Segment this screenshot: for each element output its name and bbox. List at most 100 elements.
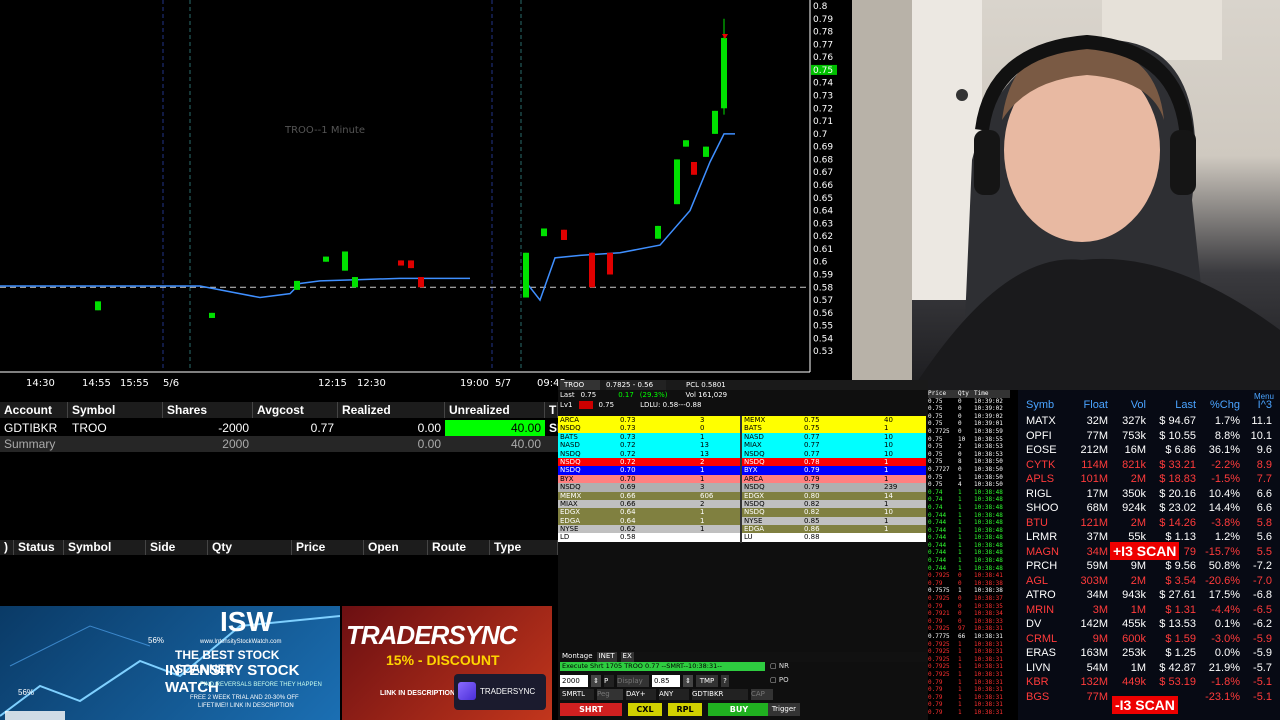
ask-row[interactable]: MEMX 0.75 40 bbox=[742, 416, 926, 425]
replace-button[interactable]: RPL bbox=[668, 703, 702, 716]
cap-button[interactable]: CAP bbox=[751, 689, 773, 700]
scanner-row[interactable]: SHOO 68M 924k $ 23.02 14.4% 6.6 bbox=[1018, 501, 1280, 516]
any-select[interactable]: ANY bbox=[659, 689, 689, 700]
bid-row[interactable]: ARCA 0.73 3 bbox=[558, 416, 740, 425]
col-open[interactable]: Open bbox=[364, 540, 428, 555]
col-price[interactable]: Price bbox=[292, 540, 364, 555]
bid-row[interactable]: NSDQ 0.72 13 bbox=[558, 449, 740, 458]
bid-row[interactable]: NSDQ 0.72 2 bbox=[558, 457, 740, 467]
scan-col-float[interactable]: Float bbox=[1068, 399, 1108, 411]
scanner-row[interactable]: APLS 101M 2M $ 18.83 -1.5% 7.7 bbox=[1018, 472, 1280, 487]
scan-col-symb[interactable]: Symb bbox=[1018, 399, 1068, 411]
bid-row[interactable]: NYSE 0.62 1 bbox=[558, 525, 740, 534]
col-realized[interactable]: Realized bbox=[338, 402, 445, 418]
bid-row[interactable]: NSDQ 0.73 0 bbox=[558, 424, 740, 433]
l2-symbol-input[interactable]: TROO bbox=[560, 380, 600, 390]
scanner-row[interactable]: EOSE 212M 16M $ 6.86 36.1% 9.6 bbox=[1018, 443, 1280, 458]
candlestick-chart[interactable]: 0.8 0.79 0.78 0.77 0.76 0.75 0.74 0.73 0.72 0.71 0… bbox=[0, 0, 852, 392]
scanner-row[interactable]: OPFI 77M 753k $ 10.55 8.8% 10.1 bbox=[1018, 429, 1280, 444]
bid-row[interactable]: NSDQ 0.69 3 bbox=[558, 483, 740, 492]
col-avgcost[interactable]: Avgcost bbox=[253, 402, 338, 418]
ask-row[interactable]: NSDQ 0.79 239 bbox=[742, 483, 926, 492]
tradersync-ad-banner[interactable]: TRADERSYNC 15% - DISCOUNT LINK IN DESCRI… bbox=[342, 606, 552, 720]
col-order-symbol[interactable]: Symbol bbox=[64, 540, 146, 555]
peg-select[interactable]: Peg bbox=[597, 689, 623, 700]
montage-tab-ex[interactable]: EX bbox=[620, 652, 634, 662]
ask-row[interactable]: ARCA 0.79 1 bbox=[742, 474, 926, 484]
buy-button[interactable]: BUY bbox=[708, 703, 770, 716]
ask-row[interactable]: LU 0.88 bbox=[742, 533, 926, 542]
col-account[interactable]: Account bbox=[0, 402, 68, 418]
scanner-row[interactable]: MATX 32M 327k $ 94.67 1.7% 11.1 bbox=[1018, 414, 1280, 429]
scanner-row[interactable]: CRML 9M 600k $ 1.59 -3.0% -5.9 bbox=[1018, 632, 1280, 647]
ask-row[interactable]: NSDQ 0.82 1 bbox=[742, 499, 926, 509]
bid-row[interactable]: NSDQ 0.70 1 bbox=[558, 466, 740, 475]
bid-row[interactable]: LD 0.58 bbox=[558, 533, 740, 542]
price-input[interactable]: 0.85 bbox=[652, 675, 680, 687]
help-button[interactable]: ? bbox=[721, 675, 729, 687]
isw-ad-banner[interactable]: 56% 56% ISW www.IntensityStockWatch.com … bbox=[0, 606, 340, 720]
bid-row[interactable]: MEMX 0.66 606 bbox=[558, 491, 740, 500]
bid-row[interactable]: NASD 0.72 13 bbox=[558, 441, 740, 450]
account-select[interactable]: GDTIBKR bbox=[692, 689, 748, 700]
price-stepper-icon[interactable]: ⇕ bbox=[683, 675, 693, 687]
po-checkbox[interactable]: ▢ PO bbox=[770, 676, 789, 684]
ask-row[interactable]: BYX 0.79 1 bbox=[742, 466, 926, 475]
col-qty[interactable]: Qty bbox=[208, 540, 292, 555]
scanner-row[interactable]: AGL 303M 2M $ 3.54 -20.6% -7.0 bbox=[1018, 574, 1280, 589]
col-marker[interactable]: ) bbox=[0, 540, 14, 555]
trigger-button[interactable]: Trigger bbox=[768, 703, 800, 716]
quantity-input[interactable]: 2000 bbox=[560, 675, 588, 687]
ask-row[interactable]: EDGA 0.86 1 bbox=[742, 525, 926, 534]
ask-price: 0.88 bbox=[804, 533, 820, 542]
scanner-row[interactable]: DV 142M 455k $ 13.53 0.1% -6.2 bbox=[1018, 617, 1280, 632]
scanner-menu[interactable]: Menu bbox=[1254, 392, 1274, 401]
scanner-row[interactable]: CYTK 114M 821k $ 33.21 -2.2% 8.9 bbox=[1018, 458, 1280, 473]
position-row[interactable]: GDTIBKR TROO -2000 0.77 0.00 40.00 SI bbox=[0, 420, 560, 436]
ask-row[interactable]: EDGX 0.80 14 bbox=[742, 491, 926, 500]
bid-row[interactable]: BYX 0.70 1 bbox=[558, 474, 740, 484]
scanner-row[interactable]: MRIN 3M 1M $ 1.31 -4.4% -6.5 bbox=[1018, 603, 1280, 618]
tmp-button[interactable]: TMP bbox=[696, 675, 718, 687]
montage-tab-inet[interactable]: INET bbox=[596, 652, 617, 662]
bid-row[interactable]: EDGX 0.64 1 bbox=[558, 508, 740, 517]
bid-row[interactable]: MIAX 0.66 2 bbox=[558, 499, 740, 509]
ask-row[interactable]: NSDQ 0.78 1 bbox=[742, 457, 926, 467]
ask-row[interactable]: NSDQ 0.77 10 bbox=[742, 449, 926, 458]
col-shares[interactable]: Shares bbox=[163, 402, 253, 418]
qty-stepper-icon[interactable]: ⇕ bbox=[591, 675, 601, 687]
ask-row[interactable]: NYSE 0.85 1 bbox=[742, 516, 926, 526]
col-side[interactable]: Side bbox=[146, 540, 208, 555]
col-status[interactable]: Status bbox=[14, 540, 64, 555]
col-type[interactable]: Type bbox=[490, 540, 558, 555]
scanner-row[interactable]: RIGL 17M 350k $ 20.16 10.4% 6.6 bbox=[1018, 487, 1280, 502]
ask-row[interactable]: MIAX 0.77 10 bbox=[742, 441, 926, 450]
nr-checkbox[interactable]: ▢ NR bbox=[770, 662, 789, 670]
candle-up bbox=[523, 252, 529, 298]
tif-select[interactable]: DAY+ bbox=[626, 689, 656, 700]
scanner-row[interactable]: PRCH 59M 9M $ 9.56 50.8% -7.2 bbox=[1018, 559, 1280, 574]
tns-time: 10:38:31 bbox=[974, 686, 1003, 694]
ask-row[interactable]: NSDQ 0.82 10 bbox=[742, 508, 926, 517]
col-route[interactable]: Route bbox=[428, 540, 490, 555]
ask-row[interactable]: NASD 0.77 10 bbox=[742, 432, 926, 442]
scanner-row[interactable]: ATRO 34M 943k $ 27.61 17.5% -6.8 bbox=[1018, 588, 1280, 603]
scanner-row[interactable]: LIVN 54M 1M $ 42.87 21.9% -5.7 bbox=[1018, 661, 1280, 676]
scan-col-vol[interactable]: Vol bbox=[1108, 399, 1146, 411]
cancel-button[interactable]: CXL bbox=[628, 703, 662, 716]
col-symbol[interactable]: Symbol bbox=[68, 402, 163, 418]
scanner-row[interactable]: BTU 121M 2M $ 14.26 -3.8% 5.8 bbox=[1018, 516, 1280, 531]
scanner-row[interactable]: ERAS 163M 253k $ 1.25 0.0% -5.9 bbox=[1018, 646, 1280, 661]
route-select[interactable]: SMRTL bbox=[560, 689, 594, 700]
scan-col-chg[interactable]: %Chg bbox=[1196, 399, 1240, 411]
bid-row[interactable]: BATS 0.73 1 bbox=[558, 432, 740, 442]
col-unrealized[interactable]: Unrealized bbox=[445, 402, 545, 418]
price-chart[interactable]: 0.8 0.79 0.78 0.77 0.76 0.75 0.74 0.73 0.72 0.71 0… bbox=[0, 0, 852, 392]
display-input[interactable]: Display bbox=[617, 675, 649, 687]
col-t[interactable]: T bbox=[545, 402, 558, 418]
ask-row[interactable]: BATS 0.75 1 bbox=[742, 424, 926, 433]
scanner-row[interactable]: KBR 132M 449k $ 53.19 -1.8% -5.1 bbox=[1018, 675, 1280, 690]
scan-col-last[interactable]: Last bbox=[1146, 399, 1196, 411]
short-button[interactable]: SHRT bbox=[560, 703, 622, 716]
bid-row[interactable]: EDGA 0.64 1 bbox=[558, 516, 740, 526]
